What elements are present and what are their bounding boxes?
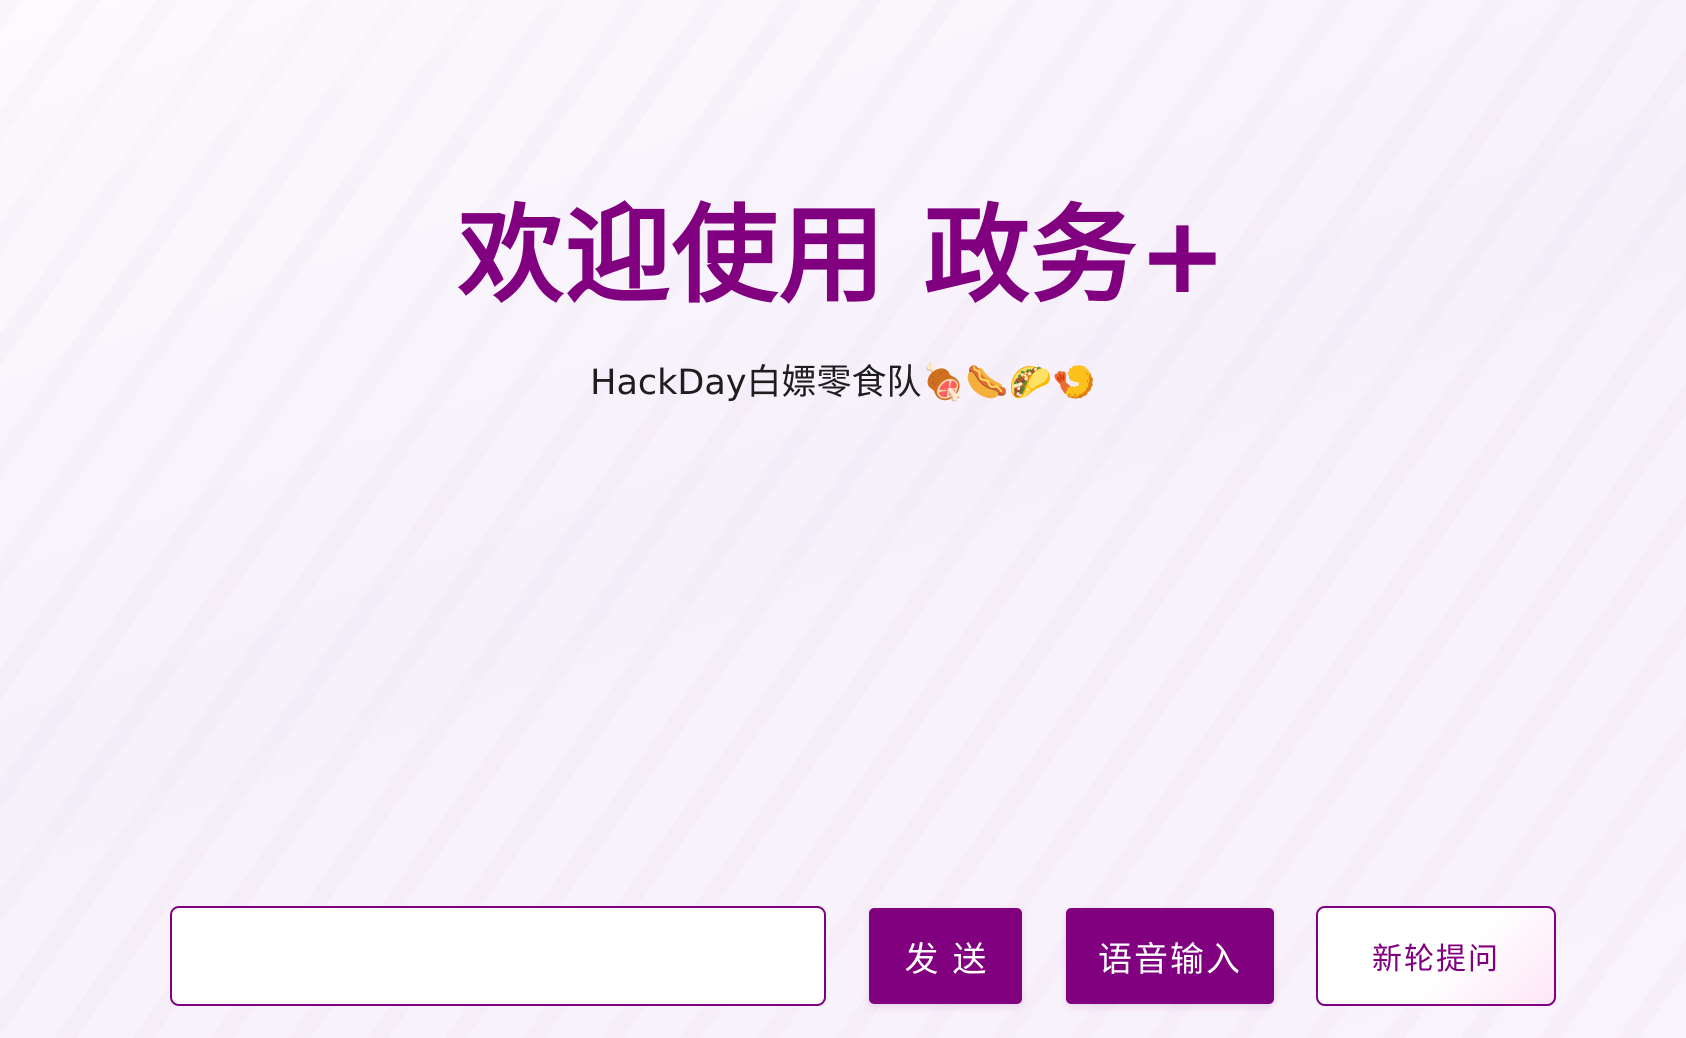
- voice-input-button[interactable]: 语音输入: [1066, 908, 1274, 1004]
- hero-section: 欢迎使用 政务+ HackDay白嫖零食队🍖🌭🌮🍤: [0, 195, 1686, 405]
- send-button[interactable]: 发送: [869, 908, 1022, 1004]
- input-bar: 发送 语音输入 新轮提问: [170, 906, 1556, 1006]
- new-round-button[interactable]: 新轮提问: [1316, 906, 1556, 1006]
- question-input[interactable]: [170, 906, 826, 1006]
- page-subtitle: HackDay白嫖零食队🍖🌭🌮🍤: [590, 363, 1096, 403]
- page-title: 欢迎使用 政务+: [458, 194, 1228, 317]
